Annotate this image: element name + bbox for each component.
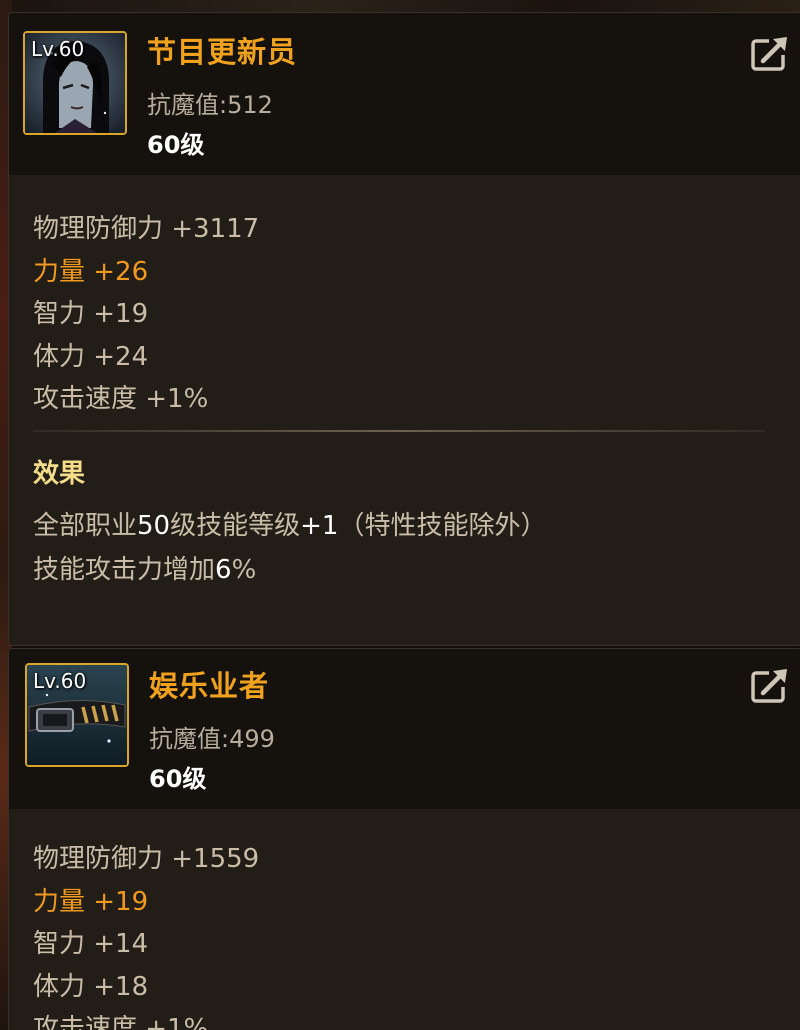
effect-1-text-e: （特性技能除外） xyxy=(338,511,547,541)
item-icon-slot[interactable]: Lv.60 xyxy=(23,31,127,135)
stat-vitality: 体力 +18 xyxy=(33,971,149,1002)
item-resist-value: 抗魔值:512 xyxy=(147,91,273,119)
item-name: 节目更新员 xyxy=(147,35,298,69)
background-strip xyxy=(0,0,800,12)
effect-1-bonus: +1 xyxy=(300,511,339,541)
stat-intelligence: 智力 +19 xyxy=(33,299,149,329)
item-tooltip-card: Lv.60 娱乐业者 抗魔值:499 60级 物理防御力 +1559 力量 +1… xyxy=(8,648,800,1030)
effect-1-text-c: 级技能等级 xyxy=(170,511,301,541)
item-required-level: 60级 xyxy=(149,765,207,793)
stat-intelligence: 智力 +14 xyxy=(33,929,149,959)
stat-strength: 力量 +19 xyxy=(33,886,149,917)
effect-1-level: 50 xyxy=(137,511,171,541)
item-resist-value: 抗魔值:499 xyxy=(149,725,275,753)
item-tooltip-card: Lv.60 节目更新员 抗魔值:512 60级 物理防御力 +3117 力量 +… xyxy=(8,12,800,646)
stat-physical-defense: 物理防御力 +3117 xyxy=(33,214,260,244)
effect-list: 全部职业50级技能等级+1（特性技能除外） 技能攻击力增加6% xyxy=(33,504,546,592)
item-level-badge: Lv.60 xyxy=(31,37,85,61)
item-level-badge: Lv.60 xyxy=(33,669,87,693)
effect-section-title: 效果 xyxy=(33,459,86,489)
stat-attack-speed: 攻击速度 +1% xyxy=(33,1014,209,1030)
item-icon-slot[interactable]: Lv.60 xyxy=(25,663,129,767)
stat-attack-speed: 攻击速度 +1% xyxy=(33,384,209,414)
effect-skill-attack: 技能攻击力增加6% xyxy=(33,548,546,592)
item-header: Lv.60 娱乐业者 抗魔值:499 60级 xyxy=(9,649,800,809)
item-name: 娱乐业者 xyxy=(149,669,270,703)
stat-physical-defense: 物理防御力 +1559 xyxy=(33,844,260,874)
stat-vitality: 体力 +24 xyxy=(33,341,149,372)
share-icon[interactable] xyxy=(749,665,793,705)
equipment-compare-screen: Lv.60 节目更新员 抗魔值:512 60级 物理防御力 +3117 力量 +… xyxy=(0,0,800,1030)
effect-2-value: 6 xyxy=(215,555,232,585)
item-header: Lv.60 节目更新员 抗魔值:512 60级 xyxy=(9,13,800,175)
item-stats: 物理防御力 +3117 力量 +26 智力 +19 体力 +24 攻击速度 +1… xyxy=(33,208,259,421)
item-required-level: 60级 xyxy=(147,131,205,159)
effect-1-text-a: 全部职业 xyxy=(33,511,138,541)
share-icon[interactable] xyxy=(749,33,793,73)
effect-2-text-c: % xyxy=(231,555,257,585)
stat-strength: 力量 +26 xyxy=(33,256,149,287)
effect-2-text-a: 技能攻击力增加 xyxy=(33,555,216,585)
item-stats: 物理防御力 +1559 力量 +19 智力 +14 体力 +18 攻击速度 +1… xyxy=(33,838,259,1030)
section-divider xyxy=(33,430,765,432)
effect-skill-level: 全部职业50级技能等级+1（特性技能除外） xyxy=(33,504,546,548)
